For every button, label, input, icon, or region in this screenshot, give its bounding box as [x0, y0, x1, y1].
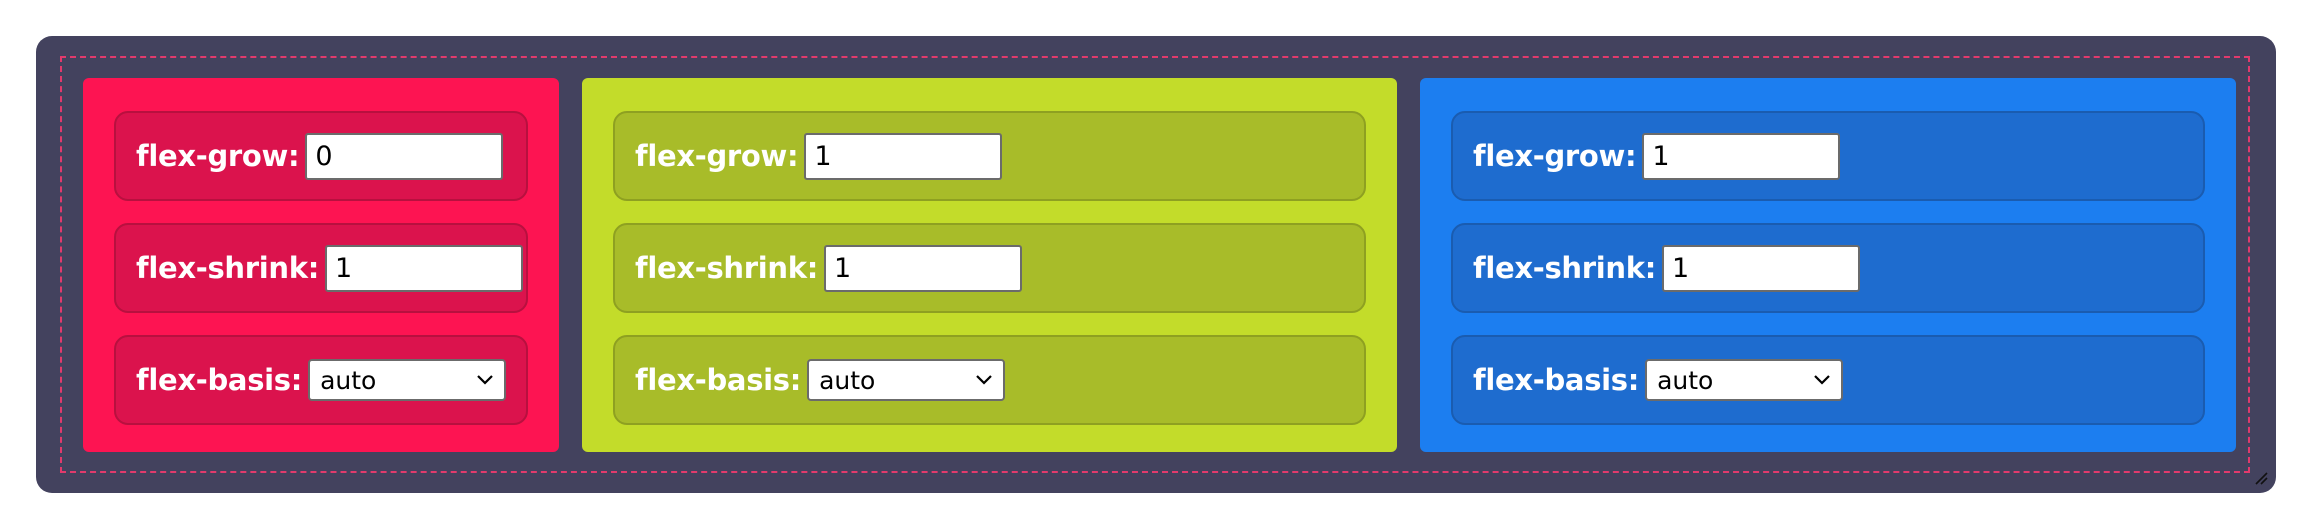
- flex-shrink-input[interactable]: [824, 244, 1023, 292]
- flex-basis-selected-value: auto: [1657, 365, 1714, 395]
- flex-item-3: flex-grow: flex-shrink: flex-basis: auto: [1420, 78, 2236, 452]
- flex-basis-control: flex-basis: auto: [613, 335, 1366, 425]
- flex-shrink-input[interactable]: [325, 244, 524, 292]
- flex-item-2: flex-grow: flex-shrink: flex-basis: auto: [582, 78, 1397, 452]
- flex-shrink-label: flex-shrink:: [136, 251, 320, 285]
- flex-grow-label: flex-grow:: [635, 139, 799, 173]
- flex-grow-control: flex-grow:: [613, 111, 1366, 201]
- flex-shrink-control: flex-shrink:: [613, 223, 1366, 313]
- chevron-down-icon: [1814, 375, 1830, 385]
- flex-basis-selected-value: auto: [819, 365, 876, 395]
- flex-shrink-control: flex-shrink:: [114, 223, 528, 313]
- resize-handle-icon[interactable]: [2252, 469, 2268, 485]
- flex-grow-control: flex-grow:: [114, 111, 528, 201]
- chevron-down-icon: [976, 375, 992, 385]
- flex-item-1: flex-grow: flex-shrink: flex-basis: auto: [83, 78, 559, 452]
- flex-basis-select[interactable]: auto: [1645, 359, 1844, 401]
- flex-shrink-label: flex-shrink:: [635, 251, 819, 285]
- flex-container-frame: flex-grow: flex-shrink: flex-basis: auto…: [36, 36, 2276, 493]
- flex-basis-label: flex-basis:: [136, 363, 303, 397]
- flex-grow-label: flex-grow:: [1473, 139, 1637, 173]
- flex-basis-label: flex-basis:: [1473, 363, 1640, 397]
- flex-basis-selected-value: auto: [320, 365, 377, 395]
- flex-shrink-label: flex-shrink:: [1473, 251, 1657, 285]
- flex-grow-control: flex-grow:: [1451, 111, 2205, 201]
- flex-basis-control: flex-basis: auto: [1451, 335, 2205, 425]
- flex-grow-input[interactable]: [1642, 132, 1841, 180]
- flex-basis-control: flex-basis: auto: [114, 335, 528, 425]
- flex-grow-label: flex-grow:: [136, 139, 300, 173]
- flex-basis-label: flex-basis:: [635, 363, 802, 397]
- flex-grow-input[interactable]: [804, 132, 1003, 180]
- flex-shrink-input[interactable]: [1662, 244, 1861, 292]
- chevron-down-icon: [477, 375, 493, 385]
- flex-basis-select[interactable]: auto: [807, 359, 1006, 401]
- flex-basis-select[interactable]: auto: [308, 359, 507, 401]
- flex-grow-input[interactable]: [305, 132, 504, 180]
- flex-shrink-control: flex-shrink:: [1451, 223, 2205, 313]
